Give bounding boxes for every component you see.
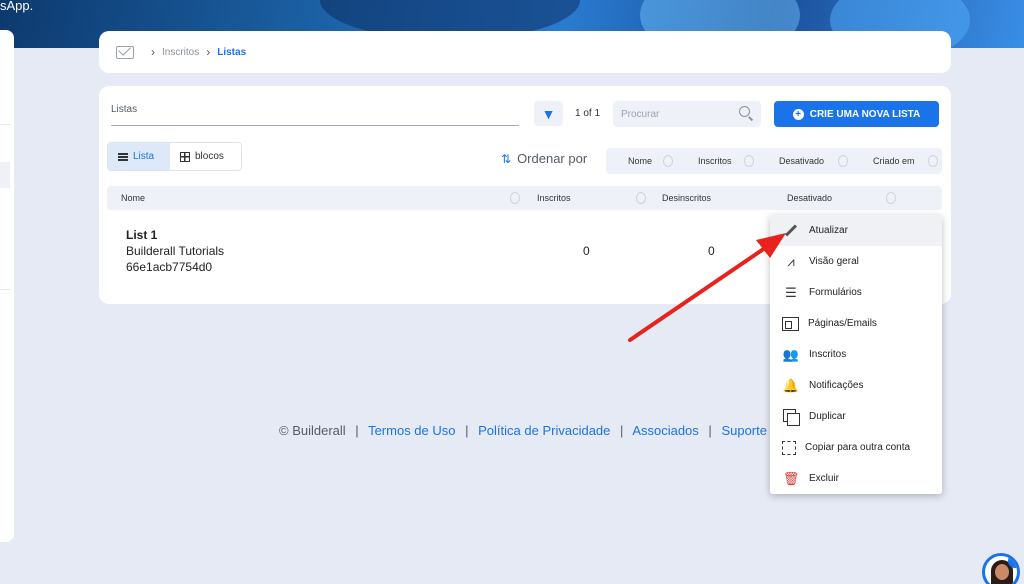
duplicate-icon [782,408,800,426]
sort-toggle-icon[interactable] [838,155,848,167]
bell-icon: 🔔 [782,377,800,393]
sort-option-inscritos[interactable]: Inscritos [698,156,732,166]
view-blocks-button[interactable]: blocos [170,143,234,170]
people-icon: 👥 [782,346,800,362]
menu-item-formularios[interactable]: ☰ Formulários [770,277,942,308]
menu-item-label: Excluir [809,473,840,484]
sort-toggle-icon[interactable] [510,192,520,204]
list-name-filter-field[interactable]: Listas [111,104,519,126]
footer-divider: | [708,423,712,438]
copy-account-icon [782,440,796,455]
list-id: 66e1acb7754d0 [126,260,213,274]
menu-item-label: Inscritos [809,349,847,360]
list-owner: Builderall Tutorials [126,244,225,258]
sort-option-criado-em[interactable]: Criado em [873,156,915,166]
avatar [995,564,1009,580]
footer-divider: | [355,423,359,438]
menu-item-copiar-conta[interactable]: Copiar para outra conta [770,432,942,463]
filter-plus-icon: ▼ [541,105,556,122]
column-header-desativado[interactable]: Desativado [787,193,832,203]
sort-toggle-icon[interactable] [636,192,646,204]
breadcrumb-inscritos[interactable]: Inscritos [162,47,199,58]
left-side-panel [0,30,14,542]
column-header-inscritos[interactable]: Inscritos [537,193,571,203]
plus-circle-icon: + [792,108,804,120]
menu-item-label: Copiar para outra conta [805,442,911,453]
table-header: Nome Inscritos Desinscritos Desativado [107,186,942,210]
cell-inscritos: 0 [583,244,590,258]
create-list-label: CRIE UMA NOVA LISTA [809,108,921,120]
trash-icon: 🗑 [782,470,800,486]
checklist-icon: ☰ [785,284,797,300]
menu-item-label: Formulários [809,287,862,298]
left-panel-selected-item[interactable] [0,162,10,188]
menu-item-label: Notificações [809,380,864,391]
sort-toggle-icon[interactable] [663,155,673,167]
left-panel-section [0,124,10,290]
list-actions-menu: Atualizar ⩘ Visão geral ☰ Formulários Pá… [770,215,942,494]
grid-icon [180,151,190,162]
footer-divider: | [465,423,469,438]
chevron-right-icon: › [151,45,155,59]
column-header-nome[interactable]: Nome [121,193,145,203]
menu-item-visao-geral[interactable]: ⩘ Visão geral [770,246,942,277]
help-badge: ? [1008,556,1017,568]
sort-arrows-icon: ⇅ [501,151,512,166]
footer-link-privacy[interactable]: Política de Privacidade [478,423,610,438]
sort-option-desativado[interactable]: Desativado [779,156,824,166]
breadcrumb-listas[interactable]: Listas [217,47,246,58]
menu-item-paginas-emails[interactable]: Páginas/Emails [770,308,942,339]
column-header-desinscritos[interactable]: Desinscritos [662,193,711,203]
sort-toggle-icon[interactable] [928,155,938,167]
footer-divider: | [620,423,624,438]
menu-item-label: Visão geral [809,256,859,267]
chart-search-icon: ⩘ [787,253,795,269]
help-avatar-button[interactable]: ? [982,553,1020,584]
view-blocks-label: blocos [195,151,224,162]
view-toggle: Lista blocos [107,142,242,171]
footer-link-terms[interactable]: Termos de Uso [368,423,455,438]
view-list-label: Lista [133,151,155,162]
sort-label: ⇅ Ordenar por [501,151,587,166]
view-list-button[interactable]: Lista [108,143,170,170]
chevron-right-icon: › [206,45,211,59]
list-name-filter-label: Listas [111,104,138,115]
table-row[interactable]: List 1 Builderall Tutorials 66e1acb7754d… [126,227,224,275]
list-name[interactable]: List 1 [126,227,224,243]
search-icon[interactable] [739,106,750,117]
menu-item-inscritos[interactable]: 👥 Inscritos [770,339,942,370]
footer-link-support[interactable]: Suporte [721,423,767,438]
menu-item-excluir[interactable]: 🗑 Excluir [770,463,942,494]
menu-item-label: Páginas/Emails [808,318,877,329]
mail-icon[interactable] [116,45,134,59]
menu-item-atualizar[interactable]: Atualizar [770,215,942,246]
sort-label-text: Ordenar por [517,151,588,166]
footer: © Builderall | Termos de Uso | Política … [279,423,767,438]
create-list-button[interactable]: + CRIE UMA NOVA LISTA [774,101,939,127]
breadcrumb: › Inscritos › Listas [99,31,951,73]
pencil-icon [782,222,800,240]
sort-options: Nome Inscritos Desativado Criado em [606,148,942,174]
sort-toggle-icon[interactable] [886,192,896,204]
filter-add-button[interactable]: ▼ [534,101,563,126]
sort-option-nome[interactable]: Nome [628,156,652,166]
footer-link-affiliates[interactable]: Associados [632,423,698,438]
sort-toggle-icon[interactable] [744,155,754,167]
page-count: 1 of 1 [575,108,601,119]
menu-item-duplicar[interactable]: Duplicar [770,401,942,432]
footer-copyright: © Builderall [279,423,346,438]
menu-item-notificacoes[interactable]: 🔔 Notificações [770,370,942,401]
pages-icon [782,316,799,331]
cell-desinscritos: 0 [708,244,715,258]
menu-item-label: Atualizar [809,225,848,236]
list-icon [118,152,128,161]
banner-text: sApp. [0,0,34,13]
menu-item-label: Duplicar [809,411,846,422]
